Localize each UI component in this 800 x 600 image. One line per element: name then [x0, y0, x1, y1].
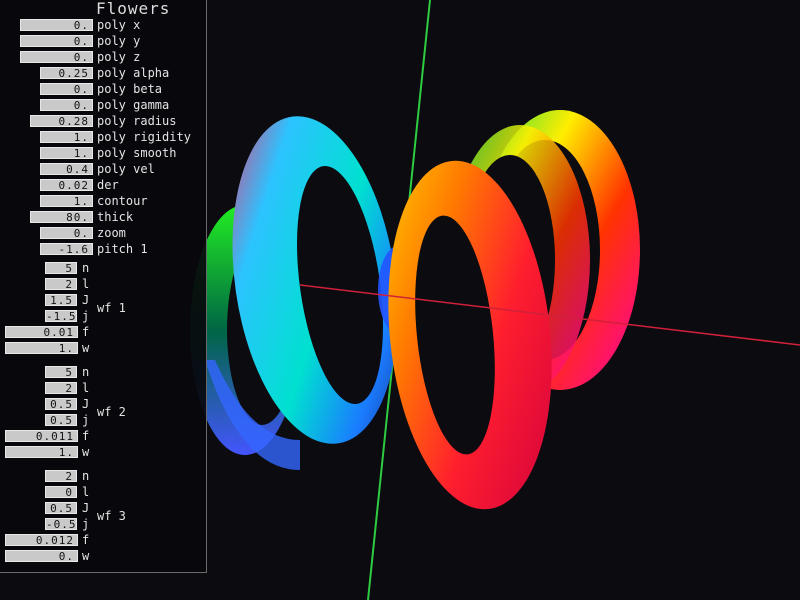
wf-field-j[interactable]: -0.5 [45, 518, 77, 530]
control-panel: Flowers 0. poly x 0. poly y 0. poly z 0.25 poly… [0, 0, 207, 573]
wf-field-l[interactable]: 2 [45, 278, 77, 290]
wf-sublabel: l [82, 485, 90, 499]
param-field[interactable]: 0. [20, 51, 93, 63]
wf-sublabel: n [82, 365, 90, 379]
param-field[interactable]: 0.28 [30, 115, 93, 127]
wf-sublabel: f [82, 429, 90, 443]
wf-sublabel: n [82, 469, 90, 483]
wf-field-f[interactable]: 0.01 [5, 326, 78, 338]
wf-field-J[interactable]: 1.5 [45, 294, 77, 306]
param-label: zoom [97, 226, 126, 240]
panel-title: Flowers [96, 0, 171, 18]
wf-field-l[interactable]: 2 [45, 382, 77, 394]
param-field[interactable]: 0.25 [40, 67, 93, 79]
param-label: poly x [97, 18, 141, 32]
wf-sublabel: J [82, 397, 90, 411]
param-label: poly vel [97, 162, 155, 176]
param-field[interactable]: 1. [40, 147, 93, 159]
wf-sublabel: j [82, 309, 90, 323]
wf-group-label: wf 3 [97, 509, 126, 523]
param-label: poly y [97, 34, 141, 48]
param-label: contour [97, 194, 148, 208]
wf-sublabel: f [82, 533, 90, 547]
wf-field-J[interactable]: 0.5 [45, 502, 77, 514]
param-label: pitch 1 [97, 242, 148, 256]
wf-field-w[interactable]: 1. [5, 342, 78, 354]
wf-field-l[interactable]: 0 [45, 486, 77, 498]
param-label: poly radius [97, 114, 177, 128]
wf-sublabel: J [82, 293, 90, 307]
wf-field-n[interactable]: 5 [45, 366, 77, 378]
param-field[interactable]: 80. [30, 211, 93, 223]
wf-field-j[interactable]: 0.5 [45, 414, 77, 426]
param-field[interactable]: -1.6 [40, 243, 93, 255]
param-field[interactable]: 1. [40, 131, 93, 143]
param-label: poly beta [97, 82, 163, 96]
wf-field-w[interactable]: 1. [5, 446, 78, 458]
wf-sublabel: j [82, 517, 90, 531]
wf-sublabel: w [82, 445, 90, 459]
param-label: poly z [97, 50, 141, 64]
param-field[interactable]: 0. [40, 99, 93, 111]
wf-field-w[interactable]: 0. [5, 550, 78, 562]
param-label: poly gamma [97, 98, 170, 112]
wf-sublabel: w [82, 341, 90, 355]
wf-group-label: wf 1 [97, 301, 126, 315]
wf-group-label: wf 2 [97, 405, 126, 419]
wf-sublabel: w [82, 549, 90, 563]
wf-field-f[interactable]: 0.012 [5, 534, 78, 546]
param-label: poly smooth [97, 146, 177, 160]
param-label: poly rigidity [97, 130, 191, 144]
param-field[interactable]: 0. [40, 227, 93, 239]
param-label: der [97, 178, 119, 192]
param-label: thick [97, 210, 134, 224]
param-label: poly alpha [97, 66, 170, 80]
wf-field-J[interactable]: 0.5 [45, 398, 77, 410]
wf-sublabel: f [82, 325, 90, 339]
param-field[interactable]: 0. [40, 83, 93, 95]
wf-sublabel: n [82, 261, 90, 275]
wf-sublabel: j [82, 413, 90, 427]
wf-field-f[interactable]: 0.011 [5, 430, 78, 442]
wf-field-n[interactable]: 2 [45, 470, 77, 482]
param-field[interactable]: 0. [20, 19, 93, 31]
param-field[interactable]: 0.02 [40, 179, 93, 191]
wf-field-n[interactable]: 5 [45, 262, 77, 274]
param-field[interactable]: 0. [20, 35, 93, 47]
wf-sublabel: l [82, 381, 90, 395]
wf-sublabel: J [82, 501, 90, 515]
wf-sublabel: l [82, 277, 90, 291]
param-field[interactable]: 0.4 [40, 163, 93, 175]
param-field[interactable]: 1. [40, 195, 93, 207]
wf-field-j[interactable]: -1.5 [45, 310, 77, 322]
